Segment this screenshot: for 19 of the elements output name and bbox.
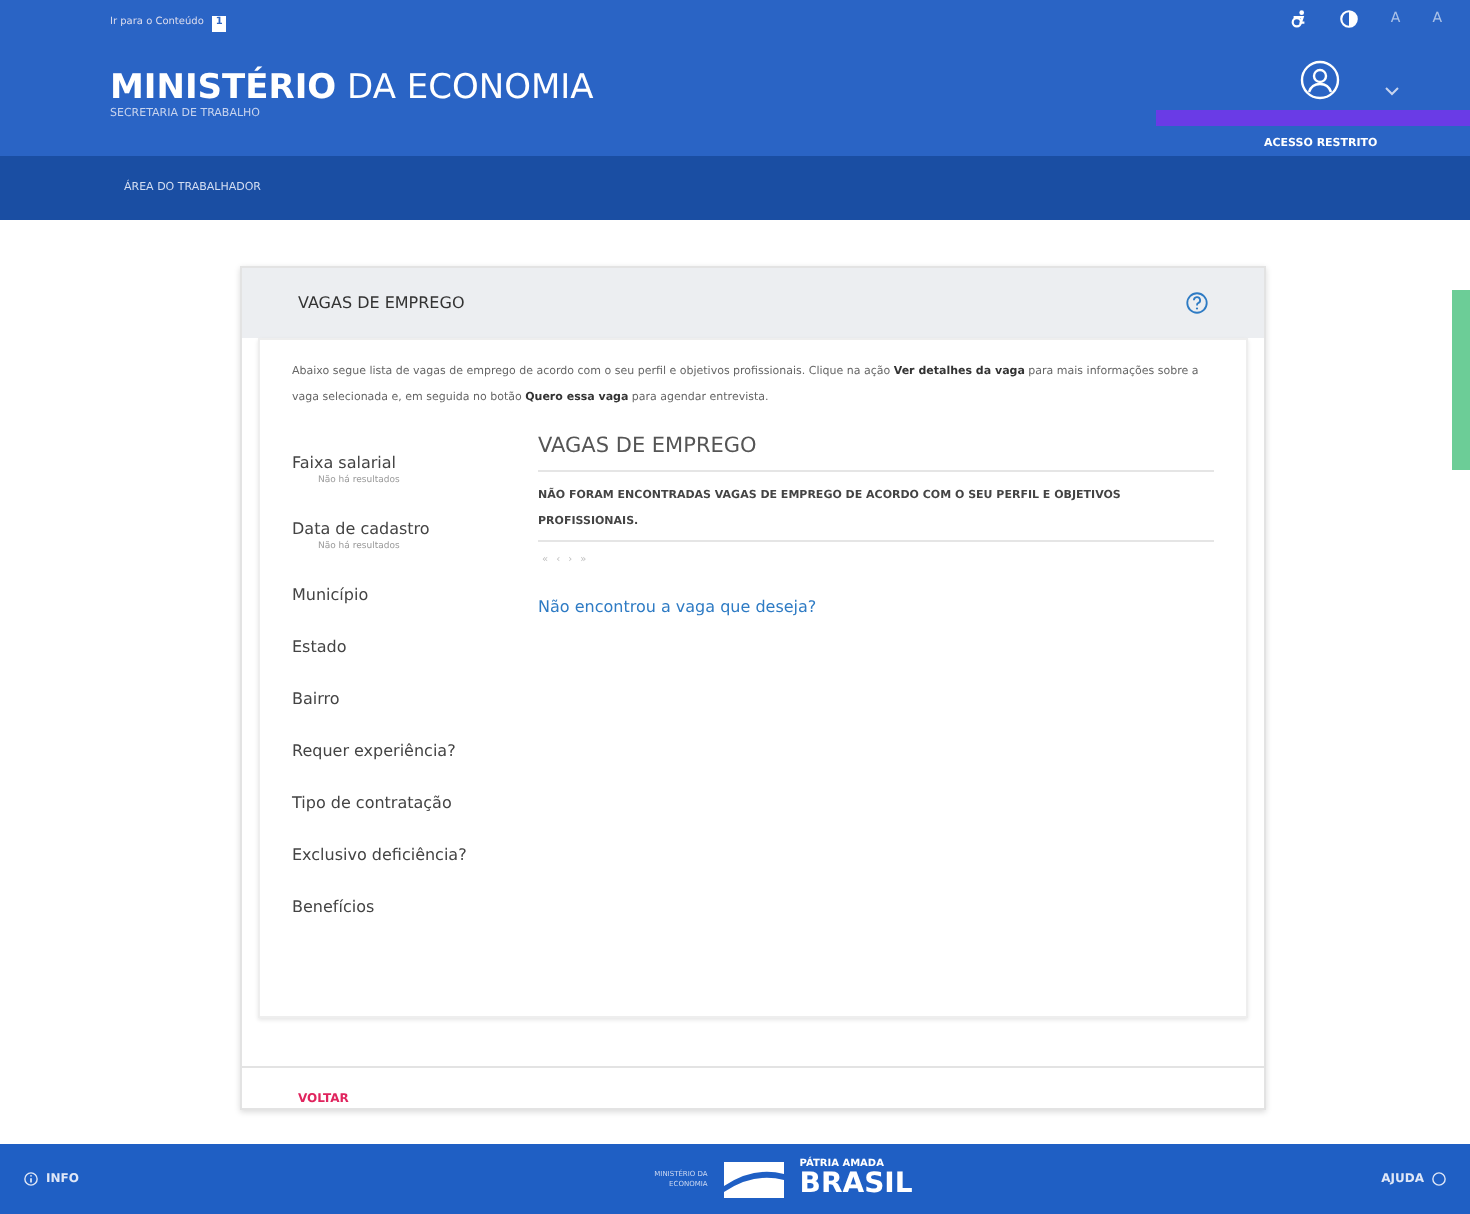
contrast-icon[interactable] bbox=[1340, 10, 1359, 28]
chevron-down-icon[interactable] bbox=[1384, 86, 1400, 96]
filter-label[interactable]: Requer experiência? bbox=[292, 739, 539, 763]
filter-label[interactable]: Benefícios bbox=[292, 895, 539, 919]
filter-label[interactable]: Data de cadastro bbox=[292, 517, 539, 542]
info-icon[interactable] bbox=[24, 1172, 38, 1186]
accessibility-icon[interactable] bbox=[1290, 10, 1309, 28]
brand-text: BRASIL bbox=[799, 1170, 913, 1198]
card-title: VAGAS DE EMPREGO bbox=[298, 291, 465, 315]
not-found-link[interactable]: Não encontrou a vaga que deseja? bbox=[538, 596, 817, 621]
filter-label[interactable]: Estado bbox=[292, 635, 539, 659]
user-icon[interactable] bbox=[1300, 60, 1340, 100]
filter-label[interactable]: Tipo de contratação bbox=[292, 791, 539, 815]
filter-label[interactable]: Município bbox=[292, 583, 539, 607]
results-title: VAGAS DE EMPREGO bbox=[538, 432, 1214, 472]
filter-label[interactable]: Exclusivo deficiência? bbox=[292, 843, 539, 867]
filter-label[interactable]: Faixa salarial bbox=[292, 452, 539, 476]
filter-label[interactable]: Bairro bbox=[292, 687, 539, 711]
flag-logo-icon bbox=[723, 1161, 784, 1197]
